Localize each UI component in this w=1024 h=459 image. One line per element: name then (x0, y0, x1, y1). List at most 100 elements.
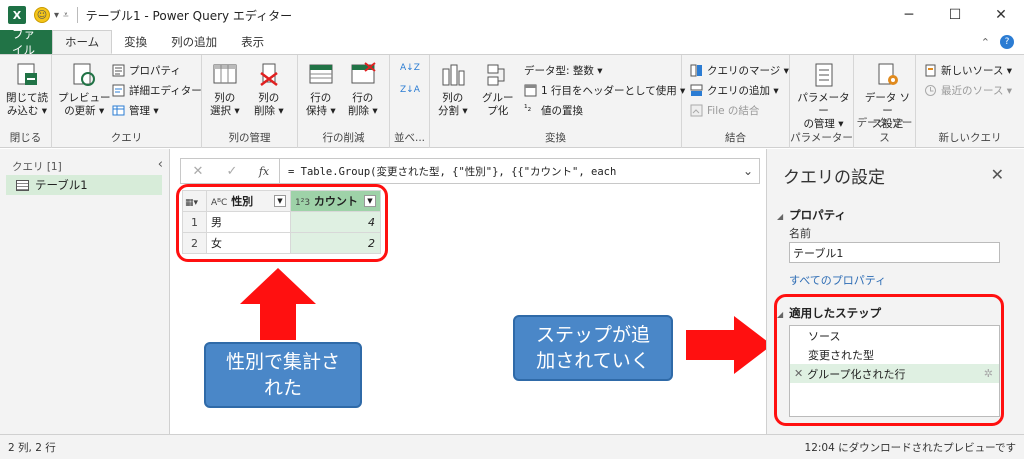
manage-button[interactable]: 管理 ▾ (112, 103, 159, 118)
title-separator (76, 7, 78, 23)
callout-aggregated: 性別で集計さ れた (204, 342, 362, 408)
minimize-icon[interactable]: ─ (886, 0, 932, 30)
properties-label: プロパティ (129, 65, 181, 77)
ribbon: 閉じて読 み込む ▾ 閉じる プレビュー の更新 ▾ プロパティ 詳細エディター… (0, 54, 1024, 148)
split-column-icon (439, 61, 467, 89)
merge-queries-label: クエリのマージ ▾ (707, 65, 789, 77)
close-load-icon (13, 61, 41, 89)
refresh-preview-button[interactable]: プレビュー の更新 ▾ (58, 61, 111, 118)
tab-home[interactable]: ホーム (52, 30, 113, 54)
window-title: テーブル1 - Power Query エディター (85, 8, 293, 23)
data-type-label: データ型: 整数 ▾ (524, 65, 603, 77)
smiley-feedback-icon[interactable]: ☺ (34, 7, 50, 23)
merge-queries-button[interactable]: クエリのマージ ▾ (690, 63, 789, 78)
split-column-label-2: 分割 ▾ (438, 105, 468, 117)
ribbon-collapse-icon[interactable]: ⌃ (981, 36, 990, 49)
query-name-input[interactable]: テーブル1 (789, 242, 1000, 263)
keep-rows-button[interactable]: 行の 保持 ▾ (306, 61, 336, 118)
qat-customize-icon[interactable]: ⩡ (63, 10, 69, 21)
close-and-load-button[interactable]: 閉じて読 み込む ▾ (6, 61, 48, 118)
keep-rows-label-2: 保持 ▾ (306, 105, 336, 117)
group-label-close: 閉じる (9, 132, 42, 144)
query-item-label: テーブル1 (35, 178, 88, 192)
queries-pane: クエリ [1] ‹ テーブル1 (0, 149, 170, 434)
close-load-label-2: み込む ▾ (6, 105, 48, 117)
manage-parameters-button[interactable]: パラメーター の管理 ▾ (794, 61, 853, 131)
cancel-formula-icon[interactable]: ✕ (181, 164, 215, 179)
expand-formula-icon[interactable]: ⌄ (737, 164, 759, 178)
replace-values-label: 値の置換 (541, 105, 583, 117)
title-bar: X ☺ ▾ ⩡ テーブル1 - Power Query エディター ─ ☐ ✕ (0, 0, 1024, 30)
remove-rows-button[interactable]: 行の 削除 ▾ (348, 61, 378, 118)
refresh-icon (70, 61, 98, 89)
new-source-button[interactable]: 新しいソース ▾ (924, 63, 1012, 78)
ribbon-group-new-query: 新しいソース ▾ 最近のソース ▾ 新しいクエリ (916, 55, 1024, 148)
ribbon-group-combine: クエリのマージ ▾ クエリの追加 ▾ File の結合 結合 (682, 55, 790, 148)
steps-highlight-box (774, 294, 1004, 426)
ribbon-group-query: プレビュー の更新 ▾ プロパティ 詳細エディター 管理 ▾ クエリ (52, 55, 202, 148)
close-load-label-1: 閉じて読 (6, 92, 48, 104)
sort-ascending-button[interactable]: A↓Z (400, 63, 420, 73)
refresh-label-2: の更新 ▾ (64, 105, 105, 117)
fx-icon[interactable]: fx (249, 165, 279, 178)
remove-columns-button[interactable]: 列の 削除 ▾ (254, 61, 284, 118)
group-label-sort: 並べ... (393, 132, 425, 144)
choose-columns-button[interactable]: 列の 選択 ▾ (210, 61, 240, 118)
recent-sources-button[interactable]: 最近のソース ▾ (924, 83, 1012, 98)
merge-queries-icon (690, 64, 703, 77)
remove-rows-label-1: 行の (352, 92, 374, 104)
split-column-button[interactable]: 列の 分割 ▾ (438, 61, 468, 118)
keep-rows-label-1: 行の (310, 92, 332, 104)
manage-label: 管理 ▾ (129, 105, 159, 117)
tab-view[interactable]: 表示 (229, 30, 276, 54)
qat-dropdown-icon[interactable]: ▾ (54, 10, 59, 21)
table-icon (16, 179, 29, 191)
choose-columns-label-1: 列の (214, 92, 236, 104)
ribbon-group-parameters: パラメーター の管理 ▾ パラメーター (790, 55, 854, 148)
all-properties-link[interactable]: すべてのプロパティ (789, 272, 886, 288)
collapse-pane-icon[interactable]: ‹ (158, 157, 163, 172)
status-left: 2 列, 2 行 (8, 441, 56, 454)
status-right: 12:04 にダウンロードされたプレビューです (804, 441, 1016, 454)
append-queries-label: クエリの追加 ▾ (707, 85, 779, 97)
data-type-dropdown[interactable]: データ型: 整数 ▾ (524, 63, 602, 78)
replace-values-button[interactable]: ¹₂ 値の置換 (524, 103, 583, 118)
commit-formula-icon[interactable]: ✓ (215, 164, 249, 179)
manage-table-icon (112, 104, 125, 117)
callout-steps-added: ステップが追 加されていく (513, 315, 673, 381)
use-first-row-label: 1 行目をヘッダーとして使用 ▾ (541, 85, 686, 97)
group-by-label-2: プ化 (487, 105, 509, 117)
recent-sources-label: 最近のソース ▾ (941, 85, 1013, 97)
new-source-icon (924, 64, 937, 77)
maximize-icon[interactable]: ☐ (932, 0, 978, 30)
parameters-icon (810, 61, 838, 89)
remove-rows-icon (349, 61, 377, 89)
help-icon[interactable]: ? (1000, 35, 1014, 49)
split-column-label-1: 列の (442, 92, 464, 104)
properties-icon (112, 64, 125, 77)
choose-columns-icon (211, 61, 239, 89)
group-label-transform: 変換 (545, 132, 566, 144)
queries-header: クエリ [1] (12, 161, 62, 173)
formula-input[interactable]: = Table.Group(変更された型, {"性別"}, {{"カウント", … (280, 164, 737, 179)
close-settings-icon[interactable]: ✕ (991, 165, 1004, 184)
tab-file[interactable]: ファイル (0, 27, 52, 57)
append-queries-button[interactable]: クエリの追加 ▾ (690, 83, 779, 98)
ribbon-group-close: 閉じて読 み込む ▾ 閉じる (0, 55, 52, 148)
tab-add-column[interactable]: 列の追加 (159, 30, 229, 54)
sort-descending-button[interactable]: Z↓A (400, 85, 420, 95)
advanced-editor-button[interactable]: 詳細エディター (112, 83, 202, 98)
use-first-row-button[interactable]: 1 行目をヘッダーとして使用 ▾ (524, 83, 685, 98)
remove-columns-icon (255, 61, 283, 89)
recent-sources-icon (924, 84, 937, 97)
group-label-data-sources: データ ソース (856, 117, 913, 144)
append-queries-icon (690, 84, 703, 97)
query-item[interactable]: テーブル1 (6, 175, 162, 195)
group-by-button[interactable]: グルー プ化 (482, 61, 514, 118)
close-icon[interactable]: ✕ (978, 0, 1024, 30)
properties-section-header[interactable]: ◢ プロパティ (777, 207, 846, 223)
tab-transform[interactable]: 変換 (112, 30, 159, 54)
sort-descending-icon: Z↓A (400, 85, 420, 95)
combine-files-button[interactable]: File の結合 (690, 103, 759, 118)
properties-button[interactable]: プロパティ (112, 63, 181, 78)
